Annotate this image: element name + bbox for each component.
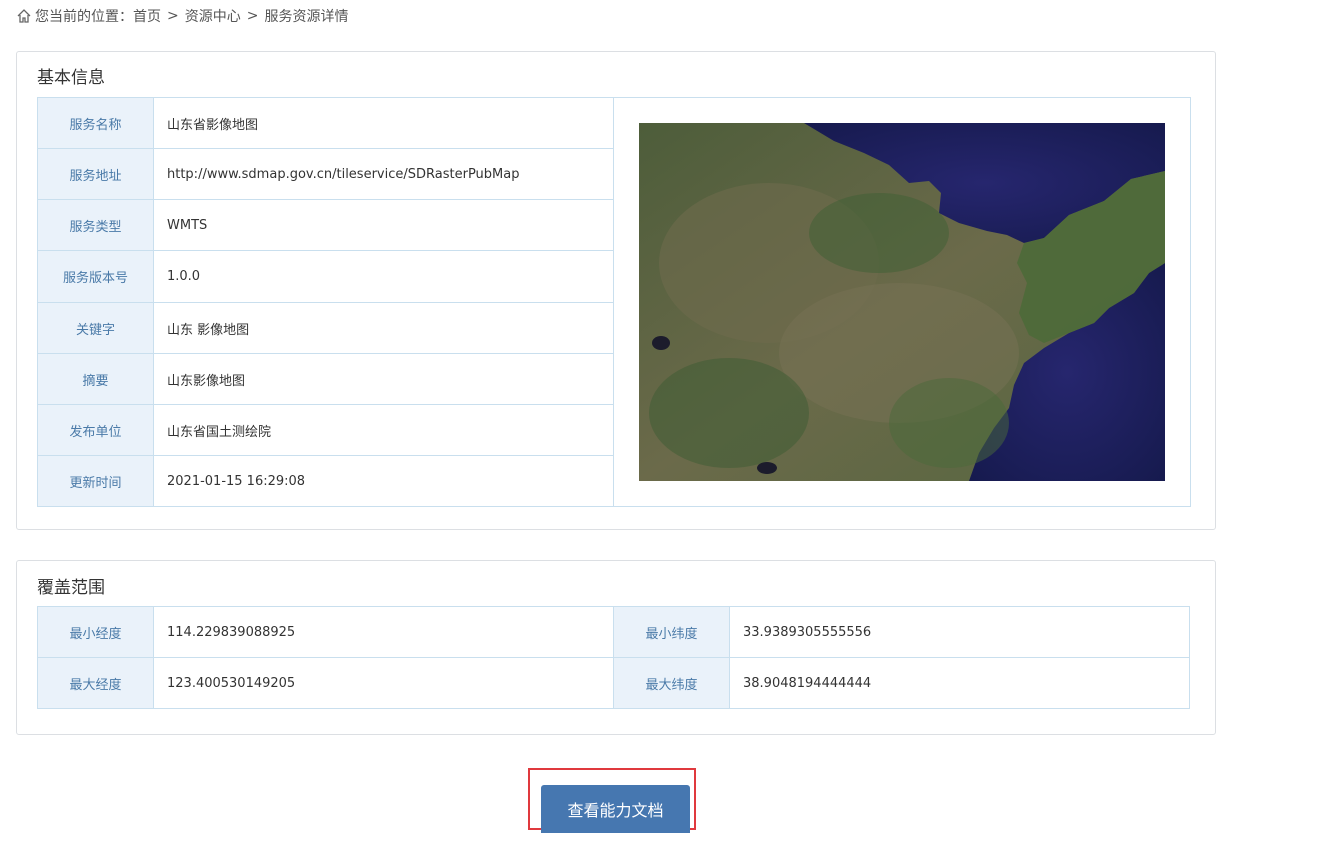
service-name-label: 服务名称 xyxy=(37,97,154,149)
max-latitude-value: 38.9048194444444 xyxy=(729,657,1190,709)
min-longitude-value: 114.229839088925 xyxy=(153,606,614,658)
coverage-table: 最小经度 114.229839088925 最小纬度 33.9389305555… xyxy=(37,606,1190,709)
satellite-preview-image xyxy=(639,123,1165,481)
table-row: 最小经度 114.229839088925 最小纬度 33.9389305555… xyxy=(37,606,1190,658)
table-row: 服务名称 山东省影像地图 xyxy=(37,97,1191,507)
max-latitude-label: 最大纬度 xyxy=(613,657,730,709)
max-longitude-value: 123.400530149205 xyxy=(153,657,614,709)
abstract-value: 山东影像地图 xyxy=(153,353,614,405)
coverage-title: 覆盖范围 xyxy=(37,578,105,598)
breadcrumb-separator: > xyxy=(167,8,179,24)
publisher-value: 山东省国土测绘院 xyxy=(153,404,614,456)
keywords-label: 关键字 xyxy=(37,302,154,354)
preview-cell xyxy=(613,97,1191,507)
service-type-value: WMTS xyxy=(153,199,614,251)
breadcrumb-separator: > xyxy=(246,8,259,24)
update-time-label: 更新时间 xyxy=(37,455,154,507)
breadcrumb-resource-center-link[interactable]: 资源中心 xyxy=(185,6,241,26)
service-url-value: http://www.sdmap.gov.cn/tileservice/SDRa… xyxy=(153,148,614,200)
table-row: 最大经度 123.400530149205 最大纬度 38.9048194444… xyxy=(37,657,1190,709)
breadcrumb-prefix: 您当前的位置： xyxy=(35,9,133,25)
service-type-label: 服务类型 xyxy=(37,199,154,251)
update-time-value: 2021-01-15 16:29:08 xyxy=(153,455,614,507)
max-longitude-label: 最大经度 xyxy=(37,657,154,709)
breadcrumb-current: 服务资源详情 xyxy=(264,9,349,25)
publisher-label: 发布单位 xyxy=(37,404,154,456)
breadcrumb: 您当前的位置： 首页 > 资源中心 > 服务资源详情 xyxy=(16,6,348,26)
home-icon xyxy=(17,9,31,23)
min-latitude-value: 33.9389305555556 xyxy=(729,606,1190,658)
abstract-label: 摘要 xyxy=(37,353,154,405)
min-longitude-label: 最小经度 xyxy=(37,606,154,658)
basic-info-title: 基本信息 xyxy=(37,68,105,88)
breadcrumb-home-link[interactable]: 首页 xyxy=(133,6,161,26)
service-version-label: 服务版本号 xyxy=(37,250,154,303)
keywords-value: 山东 影像地图 xyxy=(153,302,614,354)
basic-info-table: 服务名称 山东省影像地图 服务地址 http://www.sdmap.gov.c… xyxy=(37,97,1191,507)
min-latitude-label: 最小纬度 xyxy=(613,606,730,658)
service-url-label: 服务地址 xyxy=(37,148,154,200)
view-capabilities-button[interactable]: 查看能力文档 xyxy=(541,785,690,833)
service-version-value: 1.0.0 xyxy=(153,250,614,303)
service-name-value: 山东省影像地图 xyxy=(153,97,614,149)
